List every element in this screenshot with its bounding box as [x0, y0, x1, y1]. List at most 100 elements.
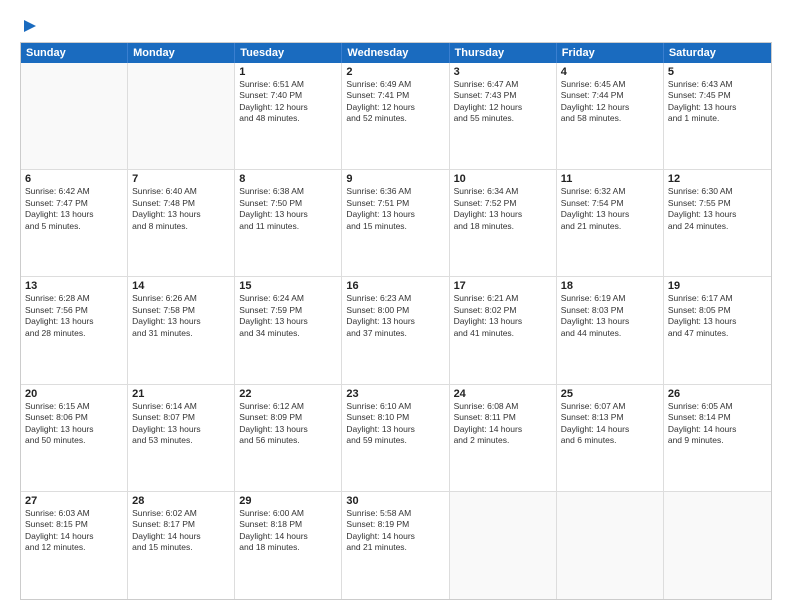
day-number: 11 [561, 173, 659, 185]
day-info: Sunrise: 6:43 AM Sunset: 7:45 PM Dayligh… [668, 79, 767, 125]
calendar-cell: 26Sunrise: 6:05 AM Sunset: 8:14 PM Dayli… [664, 385, 771, 491]
day-number: 29 [239, 495, 337, 507]
day-number: 7 [132, 173, 230, 185]
calendar-cell: 21Sunrise: 6:14 AM Sunset: 8:07 PM Dayli… [128, 385, 235, 491]
calendar-cell: 24Sunrise: 6:08 AM Sunset: 8:11 PM Dayli… [450, 385, 557, 491]
calendar-cell: 18Sunrise: 6:19 AM Sunset: 8:03 PM Dayli… [557, 277, 664, 383]
calendar-header-sunday: Sunday [21, 43, 128, 63]
calendar-cell: 27Sunrise: 6:03 AM Sunset: 8:15 PM Dayli… [21, 492, 128, 599]
calendar-cell: 15Sunrise: 6:24 AM Sunset: 7:59 PM Dayli… [235, 277, 342, 383]
calendar-cell: 4Sunrise: 6:45 AM Sunset: 7:44 PM Daylig… [557, 63, 664, 169]
calendar-cell: 16Sunrise: 6:23 AM Sunset: 8:00 PM Dayli… [342, 277, 449, 383]
calendar-cell: 13Sunrise: 6:28 AM Sunset: 7:56 PM Dayli… [21, 277, 128, 383]
calendar-cell: 8Sunrise: 6:38 AM Sunset: 7:50 PM Daylig… [235, 170, 342, 276]
calendar-cell: 17Sunrise: 6:21 AM Sunset: 8:02 PM Dayli… [450, 277, 557, 383]
calendar-cell: 5Sunrise: 6:43 AM Sunset: 7:45 PM Daylig… [664, 63, 771, 169]
calendar-cell: 10Sunrise: 6:34 AM Sunset: 7:52 PM Dayli… [450, 170, 557, 276]
calendar-cell: 9Sunrise: 6:36 AM Sunset: 7:51 PM Daylig… [342, 170, 449, 276]
day-number: 20 [25, 388, 123, 400]
day-info: Sunrise: 6:15 AM Sunset: 8:06 PM Dayligh… [25, 401, 123, 447]
day-info: Sunrise: 6:17 AM Sunset: 8:05 PM Dayligh… [668, 293, 767, 339]
day-number: 18 [561, 280, 659, 292]
day-number: 1 [239, 66, 337, 78]
day-info: Sunrise: 6:36 AM Sunset: 7:51 PM Dayligh… [346, 186, 444, 232]
day-number: 10 [454, 173, 552, 185]
calendar-cell [450, 492, 557, 599]
day-info: Sunrise: 6:42 AM Sunset: 7:47 PM Dayligh… [25, 186, 123, 232]
logo-icon [22, 18, 38, 34]
day-info: Sunrise: 6:30 AM Sunset: 7:55 PM Dayligh… [668, 186, 767, 232]
day-info: Sunrise: 6:12 AM Sunset: 8:09 PM Dayligh… [239, 401, 337, 447]
day-number: 8 [239, 173, 337, 185]
logo [20, 16, 38, 34]
day-number: 25 [561, 388, 659, 400]
day-number: 2 [346, 66, 444, 78]
calendar-cell: 20Sunrise: 6:15 AM Sunset: 8:06 PM Dayli… [21, 385, 128, 491]
calendar-cell: 12Sunrise: 6:30 AM Sunset: 7:55 PM Dayli… [664, 170, 771, 276]
calendar-cell: 1Sunrise: 6:51 AM Sunset: 7:40 PM Daylig… [235, 63, 342, 169]
day-number: 4 [561, 66, 659, 78]
day-info: Sunrise: 6:47 AM Sunset: 7:43 PM Dayligh… [454, 79, 552, 125]
day-info: Sunrise: 5:58 AM Sunset: 8:19 PM Dayligh… [346, 508, 444, 554]
calendar-cell: 30Sunrise: 5:58 AM Sunset: 8:19 PM Dayli… [342, 492, 449, 599]
calendar-cell: 6Sunrise: 6:42 AM Sunset: 7:47 PM Daylig… [21, 170, 128, 276]
day-number: 19 [668, 280, 767, 292]
calendar-cell: 25Sunrise: 6:07 AM Sunset: 8:13 PM Dayli… [557, 385, 664, 491]
day-number: 5 [668, 66, 767, 78]
day-number: 6 [25, 173, 123, 185]
calendar-body: 1Sunrise: 6:51 AM Sunset: 7:40 PM Daylig… [21, 63, 771, 599]
day-number: 27 [25, 495, 123, 507]
day-info: Sunrise: 6:14 AM Sunset: 8:07 PM Dayligh… [132, 401, 230, 447]
day-info: Sunrise: 6:03 AM Sunset: 8:15 PM Dayligh… [25, 508, 123, 554]
calendar-week-1: 1Sunrise: 6:51 AM Sunset: 7:40 PM Daylig… [21, 63, 771, 170]
day-info: Sunrise: 6:26 AM Sunset: 7:58 PM Dayligh… [132, 293, 230, 339]
day-number: 17 [454, 280, 552, 292]
calendar-header-tuesday: Tuesday [235, 43, 342, 63]
day-number: 26 [668, 388, 767, 400]
page: SundayMondayTuesdayWednesdayThursdayFrid… [0, 0, 792, 612]
calendar-header-saturday: Saturday [664, 43, 771, 63]
day-info: Sunrise: 6:49 AM Sunset: 7:41 PM Dayligh… [346, 79, 444, 125]
header [20, 16, 772, 34]
day-number: 14 [132, 280, 230, 292]
calendar-cell [21, 63, 128, 169]
calendar-header-monday: Monday [128, 43, 235, 63]
calendar-cell [557, 492, 664, 599]
day-number: 30 [346, 495, 444, 507]
calendar-week-3: 13Sunrise: 6:28 AM Sunset: 7:56 PM Dayli… [21, 277, 771, 384]
calendar-cell: 7Sunrise: 6:40 AM Sunset: 7:48 PM Daylig… [128, 170, 235, 276]
day-info: Sunrise: 6:00 AM Sunset: 8:18 PM Dayligh… [239, 508, 337, 554]
logo-arrow-icon [22, 18, 38, 34]
calendar-cell: 28Sunrise: 6:02 AM Sunset: 8:17 PM Dayli… [128, 492, 235, 599]
day-info: Sunrise: 6:19 AM Sunset: 8:03 PM Dayligh… [561, 293, 659, 339]
day-info: Sunrise: 6:45 AM Sunset: 7:44 PM Dayligh… [561, 79, 659, 125]
day-number: 21 [132, 388, 230, 400]
day-number: 23 [346, 388, 444, 400]
calendar-cell [664, 492, 771, 599]
day-info: Sunrise: 6:21 AM Sunset: 8:02 PM Dayligh… [454, 293, 552, 339]
calendar: SundayMondayTuesdayWednesdayThursdayFrid… [20, 42, 772, 600]
calendar-header: SundayMondayTuesdayWednesdayThursdayFrid… [21, 43, 771, 63]
day-info: Sunrise: 6:38 AM Sunset: 7:50 PM Dayligh… [239, 186, 337, 232]
calendar-cell: 23Sunrise: 6:10 AM Sunset: 8:10 PM Dayli… [342, 385, 449, 491]
day-info: Sunrise: 6:05 AM Sunset: 8:14 PM Dayligh… [668, 401, 767, 447]
day-number: 28 [132, 495, 230, 507]
calendar-header-thursday: Thursday [450, 43, 557, 63]
day-number: 12 [668, 173, 767, 185]
day-number: 22 [239, 388, 337, 400]
calendar-week-2: 6Sunrise: 6:42 AM Sunset: 7:47 PM Daylig… [21, 170, 771, 277]
day-info: Sunrise: 6:23 AM Sunset: 8:00 PM Dayligh… [346, 293, 444, 339]
calendar-week-4: 20Sunrise: 6:15 AM Sunset: 8:06 PM Dayli… [21, 385, 771, 492]
day-number: 24 [454, 388, 552, 400]
day-info: Sunrise: 6:24 AM Sunset: 7:59 PM Dayligh… [239, 293, 337, 339]
day-info: Sunrise: 6:40 AM Sunset: 7:48 PM Dayligh… [132, 186, 230, 232]
calendar-cell: 3Sunrise: 6:47 AM Sunset: 7:43 PM Daylig… [450, 63, 557, 169]
day-number: 9 [346, 173, 444, 185]
day-info: Sunrise: 6:10 AM Sunset: 8:10 PM Dayligh… [346, 401, 444, 447]
calendar-week-5: 27Sunrise: 6:03 AM Sunset: 8:15 PM Dayli… [21, 492, 771, 599]
calendar-header-friday: Friday [557, 43, 664, 63]
day-info: Sunrise: 6:08 AM Sunset: 8:11 PM Dayligh… [454, 401, 552, 447]
day-number: 15 [239, 280, 337, 292]
day-number: 3 [454, 66, 552, 78]
calendar-header-wednesday: Wednesday [342, 43, 449, 63]
